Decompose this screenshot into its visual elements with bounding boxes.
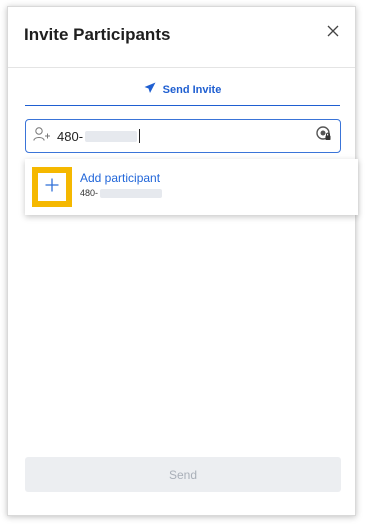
- privacy-lock-icon[interactable]: [316, 125, 332, 147]
- dialog-title: Invite Participants: [24, 25, 171, 44]
- add-person-icon: [33, 126, 51, 147]
- tab-send-invite-label: Send Invite: [162, 84, 222, 96]
- add-participant-label: Add participant: [80, 171, 161, 185]
- plus-icon: [45, 178, 59, 197]
- participant-input[interactable]: 480-: [25, 119, 341, 153]
- invite-participants-dialog: Invite Participants Send Invite 480- Add…: [7, 6, 358, 516]
- redacted-number: [85, 130, 138, 142]
- add-participant-number-prefix: 480-: [80, 188, 99, 198]
- close-button[interactable]: [323, 23, 343, 43]
- add-participant-number: 480-: [80, 188, 163, 198]
- tab-send-invite[interactable]: Send Invite: [25, 79, 340, 101]
- participant-input-value: 480-: [57, 128, 84, 144]
- text-cursor: [139, 129, 141, 143]
- send-button[interactable]: Send: [25, 457, 341, 492]
- active-tab-indicator: [25, 105, 340, 106]
- add-participant-suggestion[interactable]: Add participant 480-: [25, 159, 358, 215]
- header-divider: [8, 67, 355, 68]
- add-participant-button[interactable]: [32, 167, 72, 207]
- close-icon: [327, 24, 339, 42]
- send-icon: [144, 81, 156, 99]
- redacted-number: [100, 188, 163, 198]
